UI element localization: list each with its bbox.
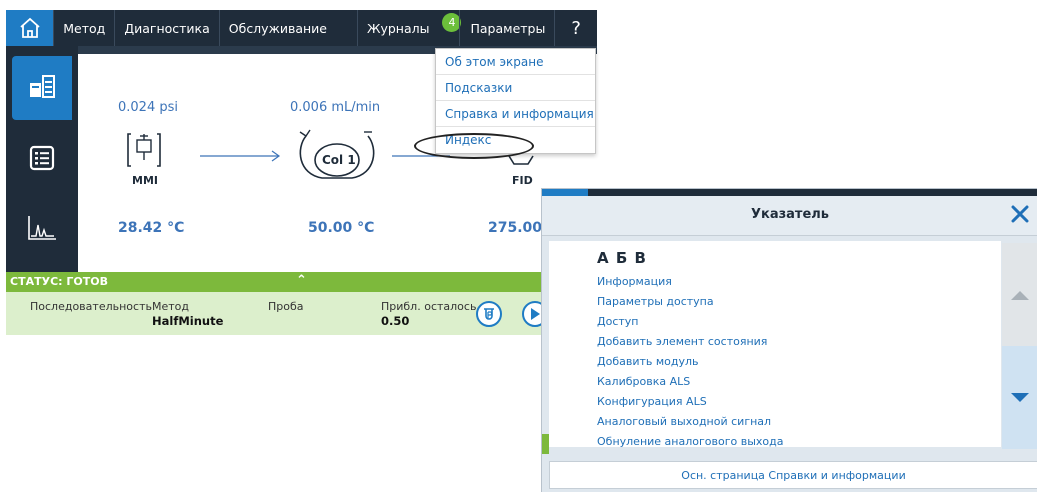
index-entry[interactable]: Доступ [597, 315, 638, 328]
index-list: А Б В Информация Параметры доступа Досту… [549, 241, 1001, 448]
close-icon [1011, 205, 1029, 223]
index-entry[interactable]: Аналоговый выходной сигнал [597, 415, 771, 428]
index-dialog: Указатель А Б В Информация Параметры дос… [541, 188, 1037, 492]
index-entry[interactable]: Добавить модуль [597, 355, 699, 368]
menu-item-about-screen[interactable]: Об этом экране [436, 49, 595, 75]
dialog-header: Указатель [542, 196, 1037, 236]
nav-diagnostics[interactable]: Диагностика [114, 10, 218, 46]
index-letters: А Б В [597, 249, 647, 267]
index-entry[interactable]: Добавить элемент состояния [597, 335, 767, 348]
index-entry[interactable]: Калибровка ALS [597, 375, 690, 388]
nav-logs-label: Журналы [366, 20, 430, 36]
help-button[interactable]: ? [554, 10, 597, 46]
status-bar[interactable]: СТАТУС: ГОТОВ ⌃ [6, 272, 597, 292]
chevron-up-icon[interactable]: ⌃ [296, 273, 307, 288]
chromatogram-icon [28, 216, 56, 240]
sidebar-list-view[interactable] [12, 126, 72, 190]
method-label: Метод [152, 300, 190, 313]
parameters-dropdown-menu: Об этом экране Подсказки Справка и инфор… [435, 48, 596, 154]
flow-panel-icon [30, 75, 55, 98]
method-value: HalfMinute [152, 314, 224, 328]
dialog-nav-strip [542, 189, 1037, 196]
inlet-temperature: 28.42 °C [118, 220, 185, 236]
index-entry[interactable]: Обнуление аналогового выхода [597, 435, 783, 448]
prep-run-button[interactable] [476, 301, 502, 327]
sequence-label: Последовательность [30, 300, 152, 313]
prep-run-icon [484, 308, 494, 320]
inlet-pressure: 0.024 psi [118, 100, 178, 115]
status-bar-edge [542, 434, 549, 454]
status-text: СТАТУС: ГОТОВ [10, 275, 108, 288]
sidebar-chromatogram-view[interactable] [12, 196, 72, 260]
nav-settings[interactable]: Параметры [459, 10, 554, 46]
inlet-label: MMI [132, 174, 158, 187]
top-nav: Метод Диагностика Обслуживание Журналы 4… [6, 10, 597, 46]
nav-maintenance[interactable]: Обслуживание [218, 10, 357, 46]
triangle-down-icon [1011, 392, 1029, 402]
detector-icon [508, 155, 534, 165]
menu-item-hints[interactable]: Подсказки [436, 75, 595, 101]
detector-label: FID [512, 174, 533, 187]
list-icon [29, 145, 55, 171]
remaining-value: 0.50 [381, 314, 410, 328]
column-flow: 0.006 mL/min [290, 100, 381, 115]
scroll-up-button[interactable] [1002, 243, 1037, 346]
home-button[interactable] [6, 10, 54, 46]
nav-method[interactable]: Метод [53, 10, 114, 46]
scroll-down-button[interactable] [1002, 346, 1037, 449]
app-root: Метод Диагностика Обслуживание Журналы 4… [0, 0, 1037, 492]
remaining-label: Прибл. осталось [381, 300, 477, 313]
index-entry[interactable]: Параметры доступа [597, 295, 714, 308]
inlet-icon [127, 133, 161, 167]
sample-label: Проба [268, 300, 304, 313]
dialog-title: Указатель [750, 207, 830, 222]
sidebar-flow-view[interactable] [12, 56, 72, 120]
sidebar [6, 46, 78, 272]
triangle-up-icon [1011, 290, 1029, 300]
menu-item-help-info[interactable]: Справка и информация [436, 101, 595, 127]
nav-logs[interactable]: Журналы 4 [356, 10, 462, 46]
index-entry[interactable]: Конфигурация ALS [597, 395, 707, 408]
close-button[interactable] [1006, 200, 1034, 228]
column-label: Col 1 [322, 153, 356, 167]
column-temperature: 50.00 °C [308, 220, 375, 236]
run-info-bar: Последовательность Метод HalfMinute Проб… [6, 292, 597, 335]
menu-item-index[interactable]: Индекс [436, 127, 595, 153]
flow-arrow-icon [200, 150, 281, 162]
play-icon [531, 308, 540, 320]
home-icon [20, 17, 40, 38]
detector-temperature: 275.00 [488, 220, 543, 236]
index-entry[interactable]: Информация [597, 275, 672, 288]
help-home-link[interactable]: Осн. страница Справки и информации [549, 461, 1037, 489]
